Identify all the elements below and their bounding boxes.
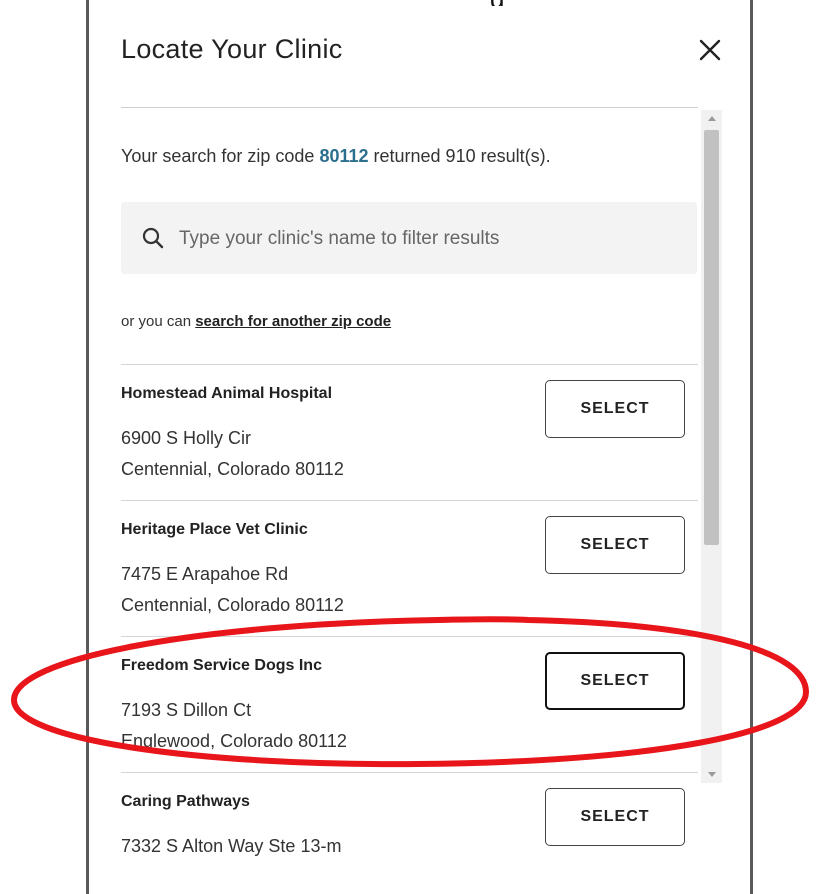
- results-scroll-area[interactable]: Your search for zip code 80112 returned …: [121, 108, 698, 894]
- clinic-list-item: Caring Pathways SELECT 7332 S Alton Way …: [121, 772, 698, 894]
- select-clinic-button[interactable]: SELECT: [545, 380, 685, 438]
- summary-suffix: returned 910 result(s).: [368, 146, 551, 166]
- clinic-list-item: Freedom Service Dogs Inc SELECT 7193 S D…: [121, 636, 698, 773]
- clinic-list-item: Heritage Place Vet Clinic SELECT 7475 E …: [121, 500, 698, 637]
- clinic-name: Caring Pathways: [121, 793, 250, 810]
- search-icon: [142, 227, 164, 249]
- clinic-name: Homestead Animal Hospital: [121, 385, 333, 402]
- search-summary: Your search for zip code 80112 returned …: [121, 146, 551, 167]
- modal-title: Locate Your Clinic: [121, 34, 343, 64]
- clinic-filter-input[interactable]: [177, 216, 681, 262]
- searched-zip-code: 80112: [319, 146, 369, 166]
- scrollbar-thumb[interactable]: [704, 130, 719, 545]
- scroll-up-arrow-icon[interactable]: [701, 110, 722, 128]
- select-clinic-button[interactable]: SELECT: [545, 516, 685, 574]
- clinic-street-address: 7475 E Arapahoe Rd: [121, 564, 289, 584]
- summary-prefix: Your search for zip code: [121, 146, 320, 166]
- alternate-search-line: or you can search for another zip code: [121, 313, 391, 330]
- clinic-city-state-zip: Englewood, Colorado 80112: [121, 731, 347, 751]
- scroll-down-arrow-icon[interactable]: [701, 765, 722, 783]
- modal-frame-right-edge: [750, 0, 753, 894]
- close-button[interactable]: [690, 30, 730, 70]
- clinic-street-address: 6900 S Holly Cir: [121, 428, 252, 448]
- search-another-zip-link[interactable]: search for another zip code: [195, 313, 391, 330]
- clinic-street-address: 7193 S Dillon Ct: [121, 700, 252, 720]
- clinic-name: Freedom Service Dogs Inc: [121, 657, 322, 674]
- select-clinic-button[interactable]: SELECT: [545, 788, 685, 846]
- clinic-list-item: Homestead Animal Hospital SELECT 6900 S …: [121, 364, 698, 501]
- background-heading-fragment: g: [490, 0, 504, 6]
- screenshot-stage: g Locate Your Clinic Your search for zip…: [0, 0, 817, 894]
- clinic-name: Heritage Place Vet Clinic: [121, 521, 308, 538]
- results-scrollbar[interactable]: [701, 110, 722, 783]
- select-clinic-button[interactable]: SELECT: [545, 652, 685, 710]
- alternate-search-prefix: or you can: [121, 313, 196, 330]
- clinic-city-state-zip: Centennial, Colorado 80112: [121, 595, 344, 615]
- close-icon: [699, 39, 721, 61]
- clinic-city-state-zip: Centennial, Colorado 80112: [121, 459, 344, 479]
- modal-frame-left-edge: [86, 0, 89, 894]
- clinic-filter-box[interactable]: [121, 202, 697, 274]
- clinic-street-address: 7332 S Alton Way Ste 13-m: [121, 836, 342, 856]
